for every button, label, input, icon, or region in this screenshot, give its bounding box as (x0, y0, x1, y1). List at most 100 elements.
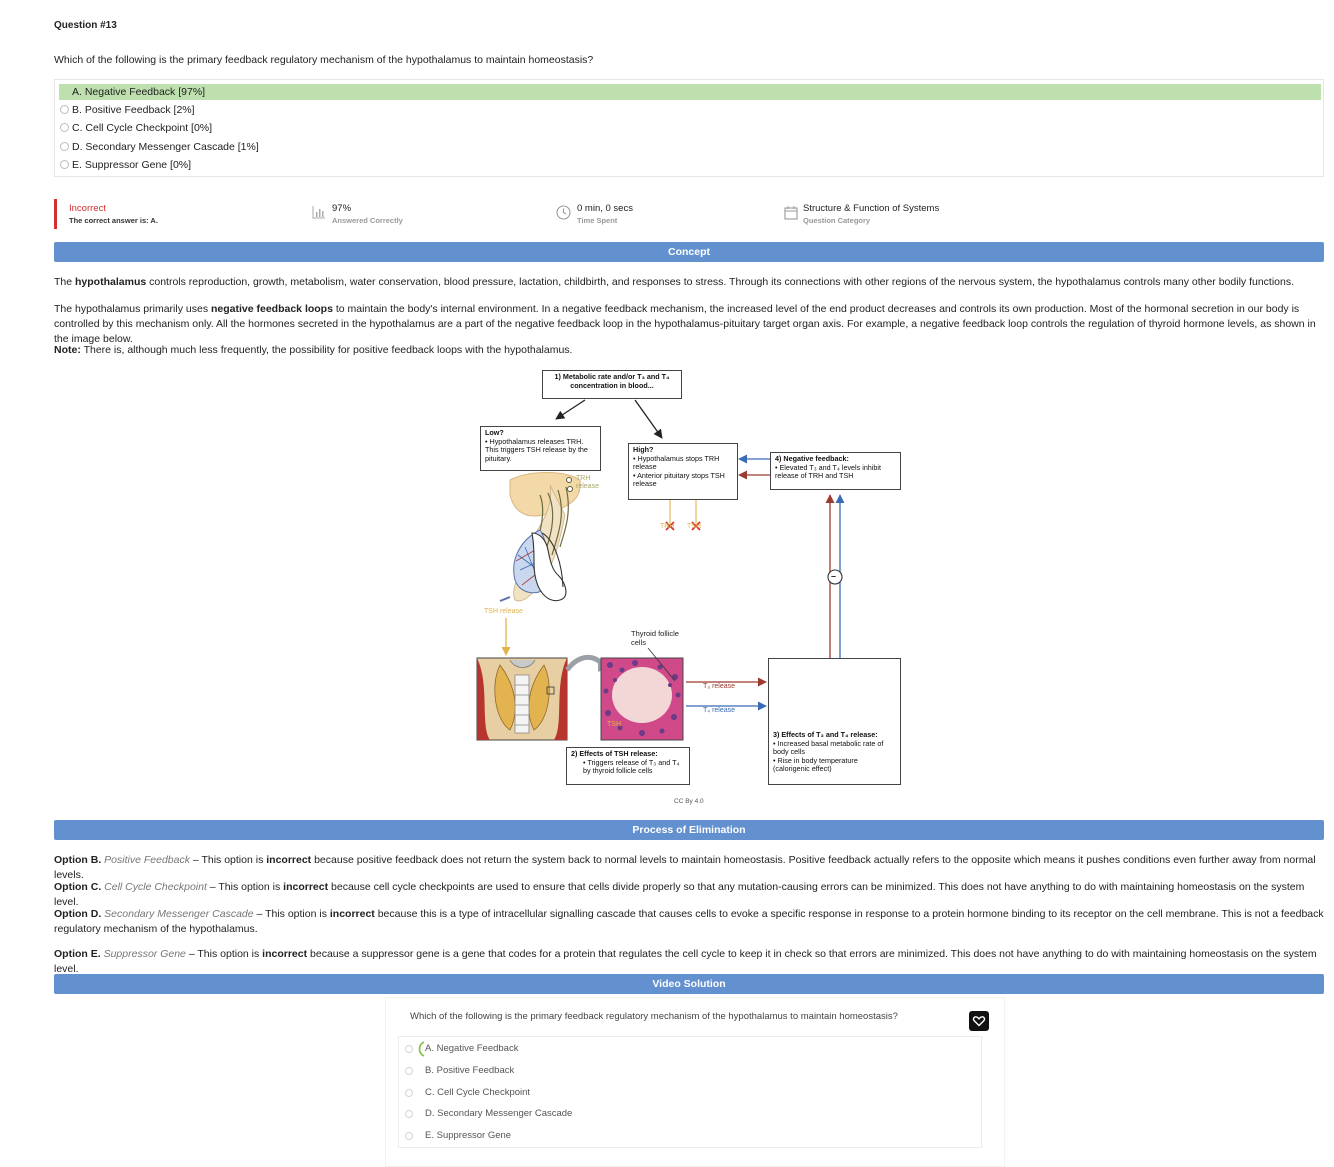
text: The (54, 276, 76, 288)
trh-stopped-label: TRH (660, 523, 675, 530)
elimination-option-e: Option E. Suppressor Gene – This option … (54, 947, 1324, 977)
diagram-box-negative-feedback: 4) Negative feedback: • Elevated T₃ and … (770, 452, 901, 490)
box3-text-2: • Rise in body temperature (calorigenic … (773, 755, 858, 773)
bar-chart-icon (312, 205, 326, 222)
tsh-stopped-label: TSH (687, 523, 701, 530)
diagram-box-low: Low? • Hypothalamus releases TRH. This t… (480, 426, 601, 471)
box2-text: • Triggers release of T₃ and T₄ by thyro… (583, 757, 680, 775)
bold-term: incorrect (266, 854, 312, 866)
option-name: Positive Feedback (104, 854, 190, 866)
video-option-label: B. Positive Feedback (425, 1065, 515, 1076)
diagram-box-high: High? • Hypothalamus stops TRH release •… (628, 443, 738, 500)
radio-button[interactable] (405, 1110, 413, 1118)
option-label: Option D. (54, 908, 102, 920)
result-subtitle: The correct answer is: A. (69, 216, 158, 225)
category-value: Structure & Function of Systems (803, 203, 940, 214)
video-question-text: Which of the following is the primary fe… (410, 1011, 898, 1022)
time-spent-subtitle: Time Spent (577, 216, 618, 225)
answered-stat: 97% Answered Correctly (332, 203, 403, 225)
video-option-label: A. Negative Feedback (425, 1043, 519, 1054)
category-subtitle: Question Category (803, 216, 871, 225)
radio-button[interactable] (60, 160, 69, 169)
radio-button[interactable] (405, 1089, 413, 1097)
video-options-panel: A. Negative Feedback B. Positive Feedbac… (398, 1036, 982, 1148)
bold-term: negative feedback loops (210, 303, 333, 315)
text: – This option is (206, 881, 284, 893)
trh-release-label: TRH release (576, 475, 599, 490)
result-title: Incorrect (69, 203, 106, 214)
tsh-release-label: TSH release (484, 608, 523, 615)
t4-release-label: T₄ release (703, 707, 736, 714)
video-option-label: E. Suppressor Gene (425, 1130, 512, 1141)
question-number: Question #13 (54, 20, 117, 31)
time-spent-value: 0 min, 0 secs (577, 203, 633, 214)
time-stat: 0 min, 0 secs Time Spent (577, 203, 633, 225)
result-stat: Incorrect The correct answer is: A. (69, 203, 158, 225)
radio-button[interactable] (60, 105, 69, 114)
diagram-box-tsh-effects: 2) Effects of TSH release: • Triggers re… (566, 747, 690, 785)
bold-term: hypothalamus (75, 276, 147, 288)
question-text: Which of the following is the primary fe… (54, 54, 594, 66)
clock-icon (556, 205, 571, 223)
text: controls reproduction, growth, metabolis… (146, 276, 1295, 288)
text: – This option is (189, 854, 267, 866)
category-stat: Structure & Function of Systems Question… (803, 203, 939, 225)
radio-button[interactable] (405, 1045, 413, 1053)
answer-option-label: A. Negative Feedback [97%] (72, 86, 206, 98)
t3-release-label: T₃ release (703, 683, 736, 690)
answer-option-label: B. Positive Feedback [2%] (72, 104, 195, 116)
elimination-option-b: Option B. Positive Feedback – This optio… (54, 853, 1324, 883)
radio-button[interactable] (405, 1132, 413, 1140)
option-label: Option C. (54, 881, 102, 893)
answer-option-label: C. Cell Cycle Checkpoint [0%] (72, 122, 213, 134)
video-option-label: C. Cell Cycle Checkpoint (425, 1087, 531, 1098)
elimination-header: Process of Elimination (54, 820, 1324, 840)
text: The hypothalamus primarily uses (54, 303, 211, 315)
high-text-1: • Hypothalamus stops TRH release (633, 453, 720, 471)
diagram-box-t3t4-effects: 3) Effects of T₃ and T₄ release: • Incre… (768, 658, 901, 785)
answered-subtitle: Answered Correctly (332, 216, 403, 225)
option-label: Option E. (54, 948, 101, 960)
radio-button[interactable] (405, 1067, 413, 1075)
answer-options: A. Negative Feedback [97%] B. Positive F… (54, 79, 1324, 177)
option-name: Secondary Messenger Cascade (104, 908, 254, 920)
bold-term: incorrect (262, 948, 308, 960)
incorrect-indicator-bar (54, 199, 57, 229)
license-label: CC By 4.0 (674, 798, 704, 805)
thyroid-feedback-diagram: 1) Metabolic rate and/or T₃ and T₄ conce… (470, 365, 910, 810)
thyroid-follicle-label: Thyroid follicle cells (631, 629, 679, 647)
tsh-inner-label: TSH (607, 721, 621, 728)
calendar-icon (784, 205, 798, 223)
video-solution-header: Video Solution (54, 974, 1324, 994)
note-label: Note: (54, 344, 81, 356)
video-option-label: D. Secondary Messenger Cascade (425, 1108, 573, 1119)
radio-button[interactable] (60, 142, 69, 151)
minus-sign: – (831, 571, 837, 581)
neg-text: • Elevated T₃ and T₄ levels inhibit rele… (775, 462, 881, 480)
concept-note: Note: There is, although much less frequ… (54, 343, 1324, 358)
high-text-2: • Anterior pituitary stops TSH release (633, 470, 725, 488)
answer-option-label: D. Secondary Messenger Cascade [1%] (72, 141, 259, 153)
elimination-option-c: Option C. Cell Cycle Checkpoint – This o… (54, 880, 1324, 910)
concept-paragraph-1: The hypothalamus controls reproduction, … (54, 275, 1324, 290)
video-player[interactable]: Which of the following is the primary fe… (385, 997, 1005, 1167)
option-label: Option B. (54, 854, 102, 866)
text: – This option is (253, 908, 330, 920)
answered-percent: 97% (332, 203, 352, 214)
answer-option-a[interactable]: A. Negative Feedback [97%] (59, 84, 1321, 100)
radio-button[interactable] (60, 123, 69, 132)
bold-term: incorrect (329, 908, 375, 920)
answer-option-label: E. Suppressor Gene [0%] (72, 159, 192, 171)
diagram-box-blood-levels: 1) Metabolic rate and/or T₃ and T₄ conce… (542, 370, 682, 399)
heart-icon[interactable] (969, 1011, 989, 1031)
box3-text-1: • Increased basal metabolic rate of body… (773, 738, 884, 756)
option-name: Suppressor Gene (103, 948, 186, 960)
low-text: • Hypothalamus releases TRH. This trigge… (485, 436, 588, 463)
text: There is, although much less frequently,… (80, 344, 573, 356)
concept-paragraph-2: The hypothalamus primarily uses negative… (54, 302, 1324, 347)
elimination-option-d: Option D. Secondary Messenger Cascade – … (54, 907, 1324, 937)
concept-header: Concept (54, 242, 1324, 262)
text: – This option is (185, 948, 263, 960)
option-name: Cell Cycle Checkpoint (104, 881, 207, 893)
bold-term: incorrect (283, 881, 329, 893)
